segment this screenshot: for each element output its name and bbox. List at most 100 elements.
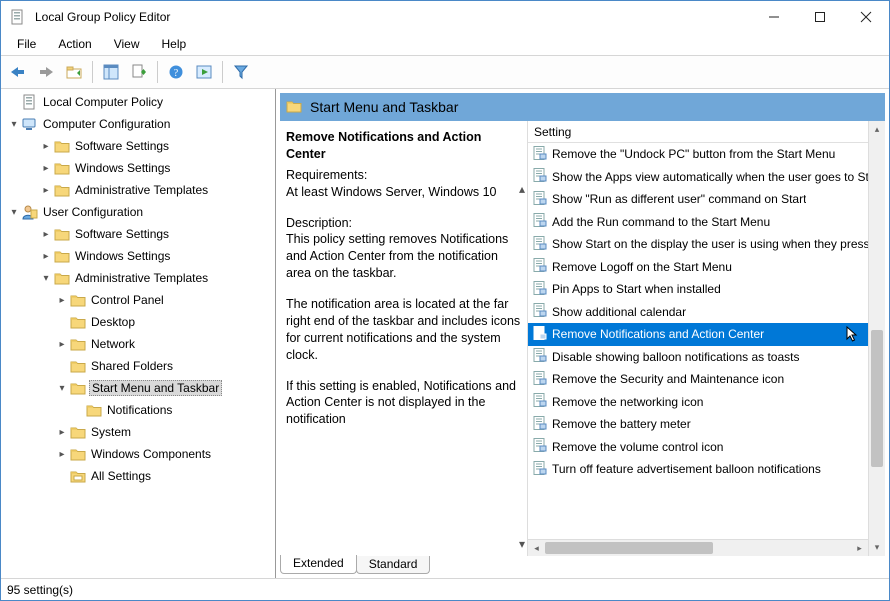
- list-row[interactable]: Pin Apps to Start when installed: [528, 278, 868, 301]
- list-row-label: Remove the "Undock PC" button from the S…: [552, 147, 835, 161]
- list-row-label: Remove Logoff on the Start Menu: [552, 260, 732, 274]
- tree-item-label: Software Settings: [73, 226, 171, 242]
- list-row[interactable]: Show "Run as different user" command on …: [528, 188, 868, 211]
- tree-item-label: Desktop: [89, 314, 137, 330]
- up-button[interactable]: [61, 59, 87, 85]
- tree-item-label: Windows Settings: [73, 160, 172, 176]
- menu-help[interactable]: Help: [152, 35, 197, 53]
- tree-item[interactable]: ▸Windows Settings: [3, 245, 275, 267]
- policy-icon: [532, 325, 548, 344]
- list-row[interactable]: Remove the "Undock PC" button from the S…: [528, 143, 868, 166]
- tab-extended[interactable]: Extended: [280, 555, 357, 574]
- tree-twisty-icon[interactable]: ▾: [39, 273, 53, 284]
- tree-twisty-icon[interactable]: ▸: [55, 427, 69, 438]
- tree-item[interactable]: Shared Folders: [3, 355, 275, 377]
- list-column-header[interactable]: Setting: [528, 121, 868, 143]
- maximize-button[interactable]: [797, 1, 843, 33]
- show-hide-tree-button[interactable]: [98, 59, 124, 85]
- tree-item[interactable]: All Settings: [3, 465, 275, 487]
- tree-twisty-icon[interactable]: ▾: [55, 383, 69, 394]
- tree-item-label: User Configuration: [41, 204, 145, 220]
- menu-file[interactable]: File: [7, 35, 46, 53]
- minimize-button[interactable]: [751, 1, 797, 33]
- tree-item-label: Control Panel: [89, 292, 166, 308]
- tree-item[interactable]: ▸Administrative Templates: [3, 179, 275, 201]
- tree-twisty-icon[interactable]: ▾: [7, 207, 21, 218]
- list-row-label: Disable showing balloon notifications as…: [552, 350, 799, 364]
- tree-twisty-icon[interactable]: ▸: [55, 295, 69, 306]
- tree-twisty-icon[interactable]: ▸: [39, 163, 53, 174]
- list-row-label: Add the Run command to the Start Menu: [552, 215, 770, 229]
- run-button[interactable]: [191, 59, 217, 85]
- tree-item[interactable]: ▸Windows Components: [3, 443, 275, 465]
- list-row[interactable]: Remove Logoff on the Start Menu: [528, 256, 868, 279]
- list-row[interactable]: Remove the networking icon: [528, 391, 868, 414]
- list-row[interactable]: Remove the battery meter: [528, 413, 868, 436]
- desc-scroll-down-icon[interactable]: ▾: [519, 536, 525, 552]
- tree-item-label: Network: [89, 336, 137, 352]
- tree-item[interactable]: ▸ Software Settings: [3, 223, 275, 245]
- allsettings-icon: [69, 467, 87, 485]
- tree-item[interactable]: ▸ Control Panel: [3, 289, 275, 311]
- tree-item-label: Software Settings: [73, 138, 171, 154]
- export-list-button[interactable]: [126, 59, 152, 85]
- tree-item[interactable]: Desktop: [3, 311, 275, 333]
- requirements-text: At least Windows Server, Windows 10: [286, 184, 521, 201]
- tree-item[interactable]: ▸ Windows Settings: [3, 157, 275, 179]
- back-button[interactable]: [5, 59, 31, 85]
- desc-scroll-up-icon[interactable]: ▴: [519, 181, 525, 197]
- window-title: Local Group Policy Editor: [35, 10, 170, 24]
- list-row[interactable]: Show additional calendar: [528, 301, 868, 324]
- tab-standard[interactable]: Standard: [356, 556, 431, 574]
- tree-item[interactable]: ▾Computer Configuration: [3, 113, 275, 135]
- tree-item[interactable]: ▾Start Menu and Taskbar: [3, 377, 275, 399]
- vscroll-down-icon[interactable]: ▾: [869, 539, 885, 556]
- close-button[interactable]: [843, 1, 889, 33]
- list-row[interactable]: Turn off feature advertisement balloon n…: [528, 458, 868, 481]
- tree-item-label: All Settings: [89, 468, 153, 484]
- tree-pane[interactable]: Local Computer Policy▾Computer Configura…: [1, 89, 276, 578]
- tree-twisty-icon[interactable]: ▸: [39, 251, 53, 262]
- tree-twisty-icon[interactable]: ▸: [55, 449, 69, 460]
- list-row[interactable]: Disable showing balloon notifications as…: [528, 346, 868, 369]
- tree-twisty-icon[interactable]: ▸: [39, 141, 53, 152]
- list-row[interactable]: Remove Notifications and Action Center: [528, 323, 868, 346]
- tree-twisty-icon[interactable]: ▾: [7, 119, 21, 130]
- titlebar: Local Group Policy Editor: [1, 1, 889, 33]
- tree-twisty-icon[interactable]: ▸: [39, 185, 53, 196]
- hscroll-left-icon[interactable]: ◂: [528, 540, 545, 556]
- folder-icon: [53, 159, 71, 177]
- menu-action[interactable]: Action: [48, 35, 101, 53]
- details-tabs: Extended Standard: [280, 556, 885, 578]
- list-row-label: Show "Run as different user" command on …: [552, 192, 806, 206]
- menu-view[interactable]: View: [104, 35, 150, 53]
- forward-button[interactable]: [33, 59, 59, 85]
- policy-icon: [532, 415, 548, 434]
- tree-item[interactable]: ▸ Software Settings: [3, 135, 275, 157]
- tree-item[interactable]: ▸ Network: [3, 333, 275, 355]
- hscroll-right-icon[interactable]: ▸: [851, 540, 868, 556]
- status-text: 95 setting(s): [7, 583, 73, 597]
- list-body[interactable]: Remove the "Undock PC" button from the S…: [528, 143, 868, 539]
- folder-icon: [69, 445, 87, 463]
- list-hscrollbar[interactable]: ◂ ▸: [528, 539, 868, 556]
- list-row[interactable]: Remove the volume control icon: [528, 436, 868, 459]
- list-row[interactable]: Show Start on the display the user is us…: [528, 233, 868, 256]
- list-row-label: Remove Notifications and Action Center: [552, 327, 764, 341]
- list-row[interactable]: Remove the Security and Maintenance icon: [528, 368, 868, 391]
- vscroll-up-icon[interactable]: ▴: [869, 121, 885, 138]
- tree-item[interactable]: ▸System: [3, 421, 275, 443]
- tree-item[interactable]: ▾ User Configuration: [3, 201, 275, 223]
- tree-item[interactable]: ▾Administrative Templates: [3, 267, 275, 289]
- list-row[interactable]: Add the Run command to the Start Menu: [528, 211, 868, 234]
- list-row[interactable]: Show the Apps view automatically when th…: [528, 166, 868, 189]
- tree-item[interactable]: Local Computer Policy: [3, 91, 275, 113]
- policy-icon: [532, 437, 548, 456]
- list-vscrollbar[interactable]: ▴ ▾: [868, 121, 885, 556]
- help-button[interactable]: ?: [163, 59, 189, 85]
- vscroll-thumb[interactable]: [871, 330, 883, 466]
- tree-twisty-icon[interactable]: ▸: [55, 339, 69, 350]
- tree-item[interactable]: Notifications: [3, 399, 275, 421]
- filter-button[interactable]: [228, 59, 254, 85]
- tree-twisty-icon[interactable]: ▸: [39, 229, 53, 240]
